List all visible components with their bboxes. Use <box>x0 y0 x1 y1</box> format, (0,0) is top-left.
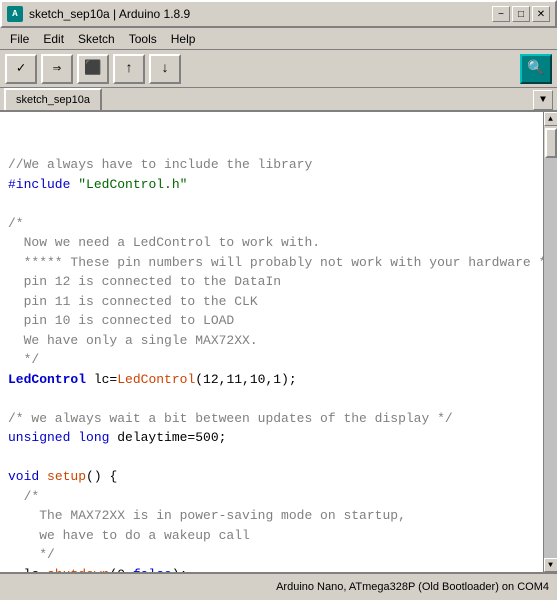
save-button[interactable]: ↓ <box>149 54 181 84</box>
verify-button[interactable]: ✓ <box>5 54 37 84</box>
menu-file[interactable]: File <box>4 30 35 48</box>
sketch-tab[interactable]: sketch_sep10a <box>4 88 102 110</box>
tab-bar: sketch_sep10a ▼ <box>0 88 557 112</box>
title-bar-left: A sketch_sep10a | Arduino 1.8.9 <box>7 6 190 22</box>
menu-bar: File Edit Sketch Tools Help <box>0 28 557 50</box>
tab-dropdown-button[interactable]: ▼ <box>533 90 553 110</box>
status-text: Arduino Nano, ATmega328P (Old Bootloader… <box>276 581 549 593</box>
menu-sketch[interactable]: Sketch <box>72 30 121 48</box>
scrollbar-right[interactable]: ▲ ▼ <box>543 112 557 572</box>
editor-wrapper: //We always have to include the library … <box>0 112 557 572</box>
tab-label: sketch_sep10a <box>16 94 90 106</box>
scroll-down-button[interactable]: ▼ <box>544 558 557 572</box>
scroll-up-button[interactable]: ▲ <box>544 112 557 126</box>
title-text: sketch_sep10a | Arduino 1.8.9 <box>29 7 190 21</box>
scroll-thumb[interactable] <box>545 128 557 158</box>
close-button[interactable]: ✕ <box>532 6 550 22</box>
title-controls: − □ ✕ <box>492 6 550 22</box>
menu-edit[interactable]: Edit <box>37 30 70 48</box>
code-editor[interactable]: //We always have to include the library … <box>0 112 543 572</box>
search-button[interactable]: 🔍 <box>520 54 552 84</box>
open-button[interactable]: ↑ <box>113 54 145 84</box>
minimize-button[interactable]: − <box>492 6 510 22</box>
maximize-button[interactable]: □ <box>512 6 530 22</box>
app-logo-icon: A <box>7 6 23 22</box>
scroll-track[interactable] <box>544 158 557 558</box>
upload-button[interactable]: ⇒ <box>41 54 73 84</box>
title-bar: A sketch_sep10a | Arduino 1.8.9 − □ ✕ <box>0 0 557 28</box>
new-button[interactable]: ⬛ <box>77 54 109 84</box>
toolbar-left: ✓ ⇒ ⬛ ↑ ↓ <box>5 54 181 84</box>
menu-tools[interactable]: Tools <box>123 30 163 48</box>
toolbar: ✓ ⇒ ⬛ ↑ ↓ 🔍 <box>0 50 557 88</box>
status-bar: Arduino Nano, ATmega328P (Old Bootloader… <box>0 572 557 600</box>
menu-help[interactable]: Help <box>165 30 202 48</box>
